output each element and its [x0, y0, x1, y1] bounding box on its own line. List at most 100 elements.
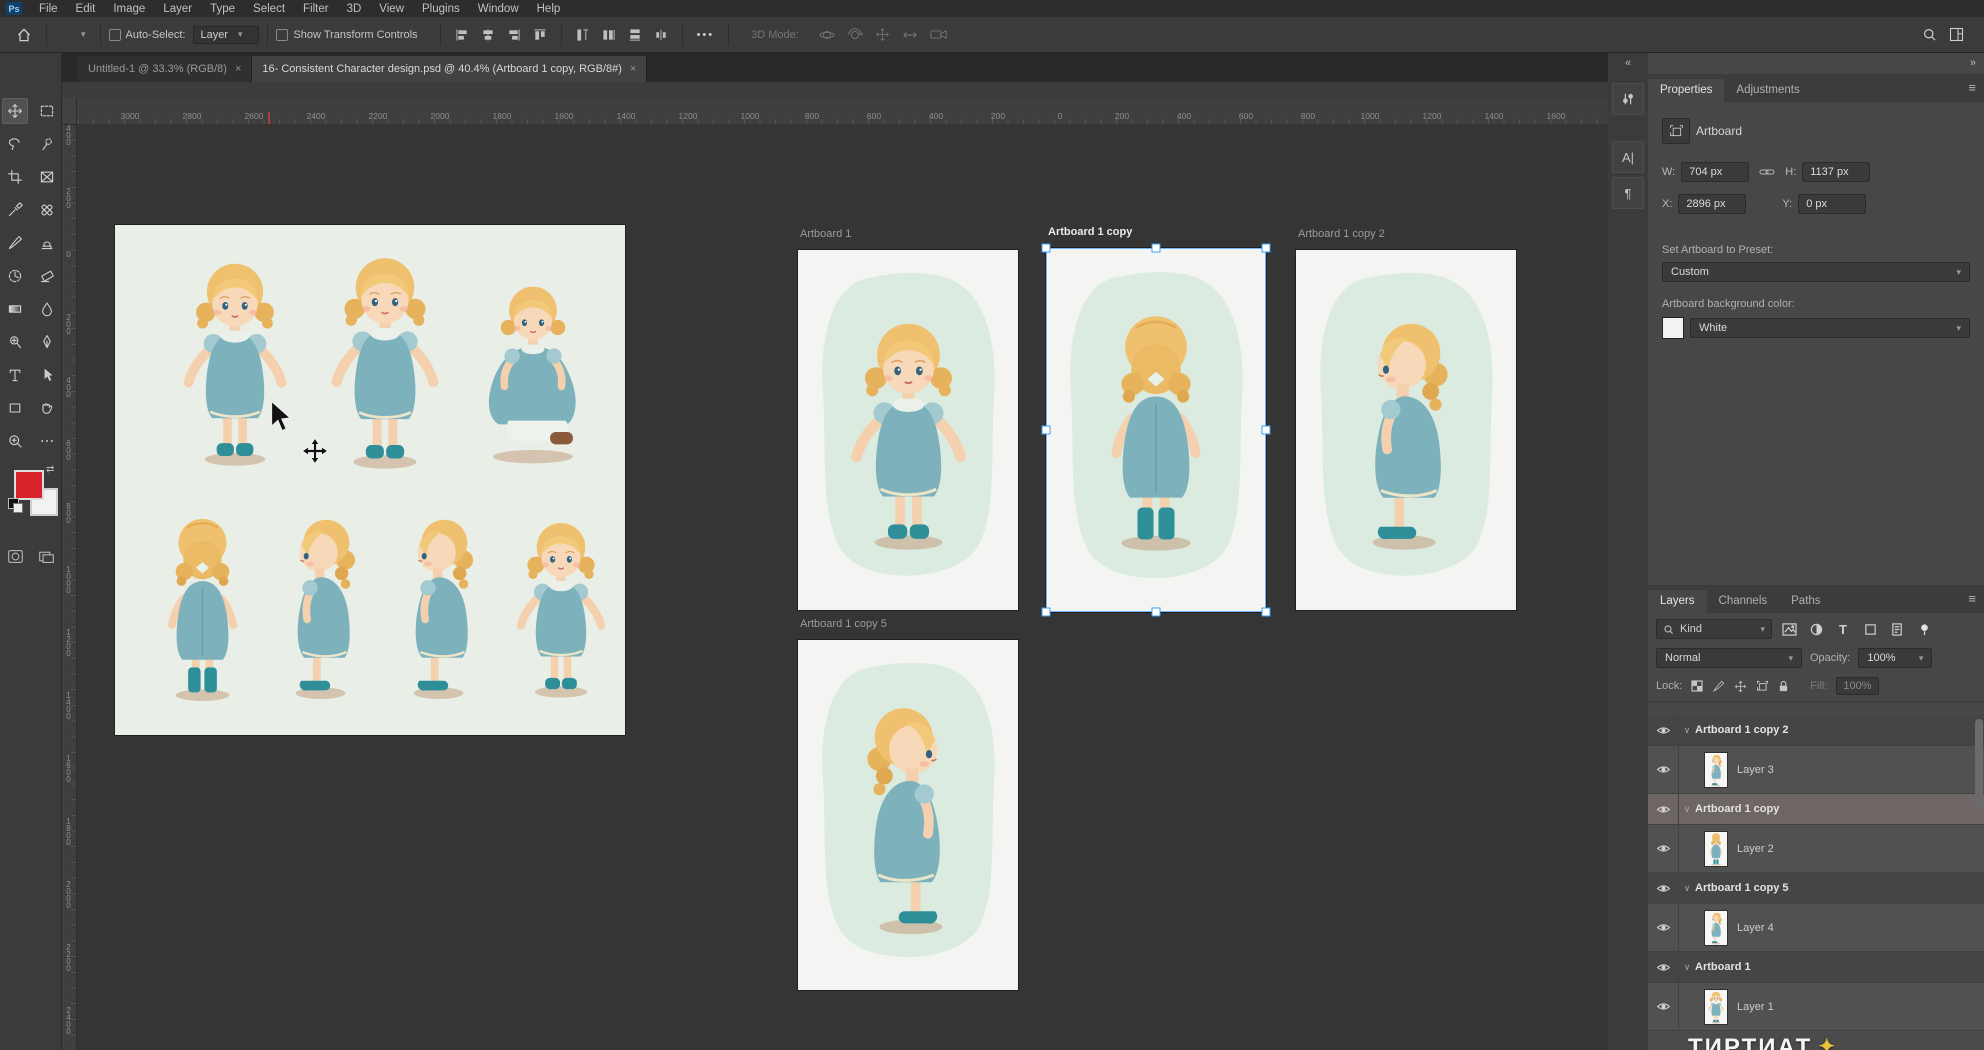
lock-all-icon[interactable]	[1778, 680, 1789, 693]
menu-edit[interactable]: Edit	[67, 2, 105, 16]
transform-handle-s[interactable]	[1152, 608, 1161, 617]
tab-layers[interactable]: Layers	[1648, 590, 1707, 613]
chevron-down-icon[interactable]: ∨	[1679, 725, 1695, 736]
chevron-down-icon[interactable]: ∨	[1679, 883, 1695, 894]
path-selection-tool[interactable]	[34, 362, 60, 388]
more-align-options-button[interactable]: •••	[691, 22, 721, 48]
properties-panel-icon[interactable]	[1612, 83, 1644, 115]
layer-thumbnail[interactable]	[1705, 911, 1727, 945]
lock-pixels-icon[interactable]	[1712, 680, 1725, 693]
visibility-toggle[interactable]	[1648, 746, 1679, 793]
character-sheet-image[interactable]	[115, 225, 625, 735]
brush-tool[interactable]	[2, 230, 28, 256]
healing-brush-tool[interactable]	[34, 197, 60, 223]
artboard-1-copy-2[interactable]	[1296, 250, 1516, 610]
gradient-tool[interactable]	[2, 296, 28, 322]
visibility-toggle[interactable]	[1648, 983, 1679, 1030]
transform-handle-se[interactable]	[1262, 608, 1271, 617]
transform-handle-n[interactable]	[1152, 244, 1161, 253]
align-horizontal-centers-button[interactable]	[475, 22, 501, 48]
transform-handle-ne[interactable]	[1262, 244, 1271, 253]
filter-kind-dropdown[interactable]: Kind ▾	[1656, 619, 1772, 639]
tab-channels[interactable]: Channels	[1707, 590, 1780, 613]
constrain-proportions-icon[interactable]	[1759, 167, 1775, 177]
distribute-horizontal-centers-button[interactable]	[596, 22, 622, 48]
menu-plugins[interactable]: Plugins	[413, 2, 469, 16]
menu-layer[interactable]: Layer	[154, 2, 201, 16]
layer-thumbnail[interactable]	[1705, 990, 1727, 1024]
x-field[interactable]: 2896 px	[1678, 194, 1746, 214]
menu-3d[interactable]: 3D	[338, 2, 371, 16]
frame-tool[interactable]	[34, 164, 60, 190]
lock-artboard-icon[interactable]	[1756, 680, 1769, 693]
blend-mode-dropdown[interactable]: Normal ▾	[1656, 648, 1802, 668]
character-panel-icon[interactable]: A|	[1612, 141, 1644, 173]
visibility-toggle[interactable]	[1648, 825, 1679, 872]
rectangle-tool[interactable]	[2, 395, 28, 421]
edit-toolbar-button[interactable]	[34, 428, 60, 454]
menu-view[interactable]: View	[370, 2, 413, 16]
default-colors-icon[interactable]	[8, 498, 19, 509]
menu-window[interactable]: Window	[469, 2, 528, 16]
distribute-vertical-centers-button[interactable]	[622, 22, 648, 48]
dodge-tool[interactable]	[2, 329, 28, 355]
paragraph-panel-icon[interactable]: ¶	[1612, 177, 1644, 209]
visibility-toggle[interactable]	[1648, 952, 1679, 982]
show-transform-checkbox[interactable]	[276, 29, 288, 41]
quick-selection-tool[interactable]	[34, 131, 60, 157]
pasteboard[interactable]: 4002000200400600800100012001400160018002…	[62, 124, 1608, 1050]
clone-stamp-tool[interactable]	[34, 230, 60, 256]
distribute-vertical-tops-button[interactable]	[570, 22, 596, 48]
document-tab-untitled[interactable]: Untitled-1 @ 33.3% (RGB/8) ×	[78, 56, 252, 82]
panel-menu-icon[interactable]: ≡	[1968, 591, 1976, 606]
layer-row-artboard-1-copy-2[interactable]: ∨ Artboard 1 copy 2	[1648, 715, 1984, 746]
swap-colors-icon[interactable]: ⇄	[46, 464, 54, 475]
artboard-bg-color-dropdown[interactable]: White ▾	[1690, 318, 1970, 338]
artboard-label[interactable]: Artboard 1 copy 5	[800, 618, 887, 630]
document-tab-character-design[interactable]: 16- Consistent Character design.psd @ 40…	[252, 56, 647, 82]
align-top-edges-button[interactable]	[527, 22, 553, 48]
artboard-1[interactable]	[798, 250, 1018, 610]
lock-position-icon[interactable]	[1734, 680, 1747, 693]
tab-adjustments[interactable]: Adjustments	[1724, 79, 1811, 102]
crop-tool[interactable]	[2, 164, 28, 190]
filter-shape-layers-icon[interactable]	[1860, 620, 1880, 638]
menu-file[interactable]: File	[30, 2, 67, 16]
foreground-color-swatch[interactable]	[14, 470, 44, 500]
pen-tool[interactable]	[34, 329, 60, 355]
rectangular-marquee-tool[interactable]	[34, 98, 60, 124]
layer-row-layer-2[interactable]: Layer 2	[1648, 825, 1984, 873]
transform-handle-sw[interactable]	[1042, 608, 1051, 617]
align-right-edges-button[interactable]	[501, 22, 527, 48]
artboard-1-copy[interactable]	[1046, 248, 1266, 612]
layer-row-layer-4[interactable]: Layer 4	[1648, 904, 1984, 952]
filter-toggle-icon[interactable]	[1914, 620, 1934, 638]
auto-select-checkbox[interactable]	[109, 29, 121, 41]
menu-select[interactable]: Select	[244, 2, 294, 16]
move-tool[interactable]	[2, 98, 28, 124]
visibility-toggle[interactable]	[1648, 873, 1679, 903]
eyedropper-tool[interactable]	[2, 197, 28, 223]
eraser-tool[interactable]	[34, 263, 60, 289]
auto-select-dropdown[interactable]: Layer ▾	[193, 26, 259, 44]
close-icon[interactable]: ×	[630, 63, 636, 75]
close-icon[interactable]: ×	[235, 63, 241, 75]
transform-handle-nw[interactable]	[1042, 244, 1051, 253]
menu-type[interactable]: Type	[201, 2, 244, 16]
filter-smart-objects-icon[interactable]	[1887, 620, 1907, 638]
layer-row-artboard-1[interactable]: ∨ Artboard 1	[1648, 952, 1984, 983]
distribute-spacing-button[interactable]	[648, 22, 674, 48]
move-tool-preset[interactable]: ▾	[55, 22, 92, 48]
menu-image[interactable]: Image	[104, 2, 154, 16]
filter-adjustment-layers-icon[interactable]	[1806, 620, 1826, 638]
menu-help[interactable]: Help	[528, 2, 570, 16]
layer-row-layer-1[interactable]: Layer 1	[1648, 983, 1984, 1031]
chevron-down-icon[interactable]: ∨	[1679, 962, 1695, 973]
layer-thumbnail[interactable]	[1705, 753, 1727, 787]
menu-filter[interactable]: Filter	[294, 2, 338, 16]
panel-menu-icon[interactable]: ≡	[1968, 80, 1976, 95]
opacity-field[interactable]: 100% ▾	[1858, 648, 1932, 668]
quick-mask-button[interactable]	[7, 548, 24, 570]
filter-pixel-layers-icon[interactable]	[1779, 620, 1799, 638]
width-field[interactable]: 704 px	[1681, 162, 1749, 182]
